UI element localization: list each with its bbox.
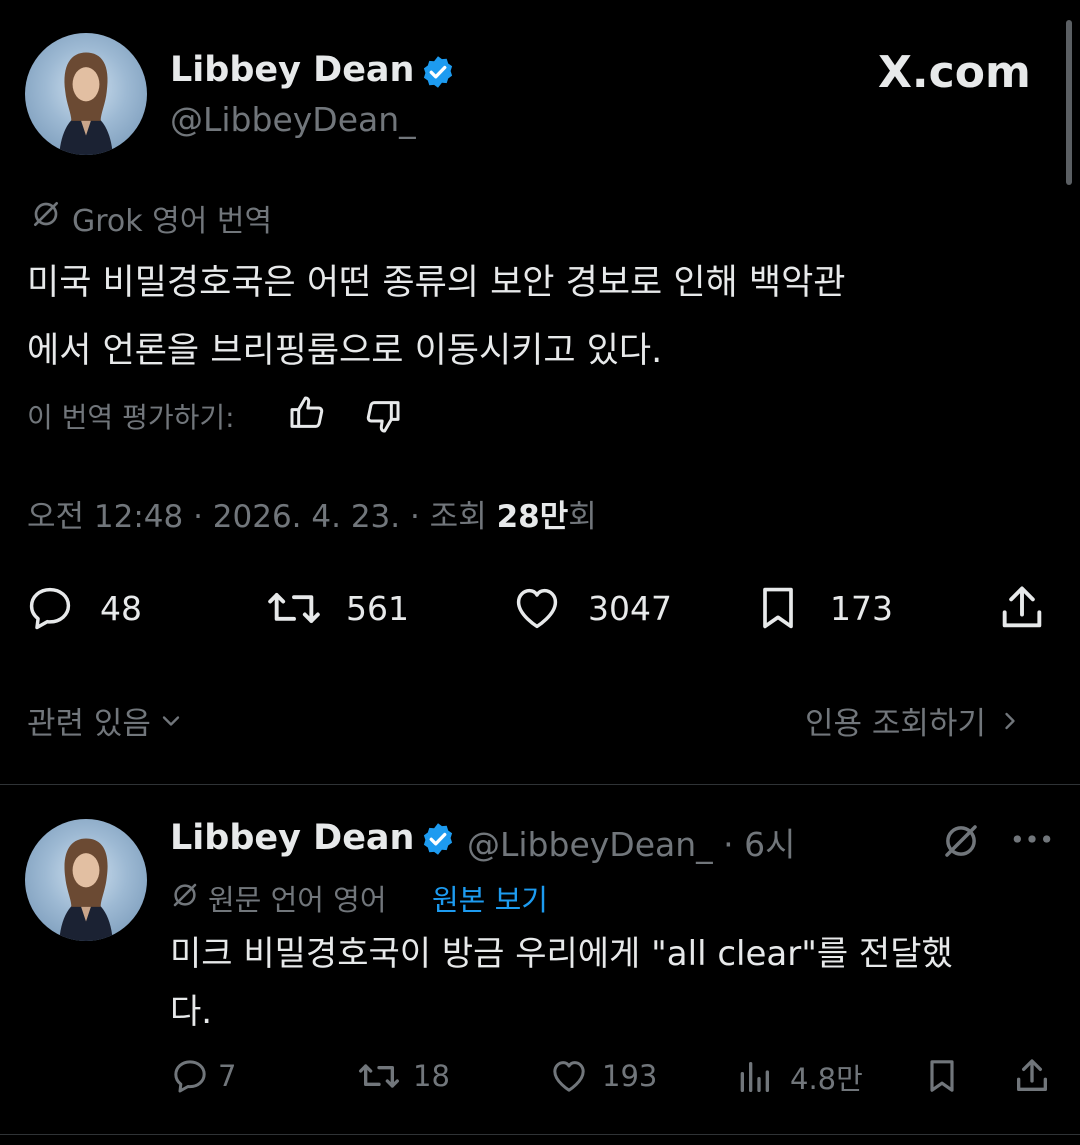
repost-count: 18 [413, 1059, 450, 1093]
scrollbar[interactable] [1066, 20, 1072, 185]
tweet-text-line: 미국 비밀경호국은 어떤 종류의 보안 경보로 인해 백악관 [27, 263, 846, 303]
author-name[interactable]: Libbey Dean [170, 818, 414, 858]
thumbs-up-icon[interactable] [287, 393, 327, 433]
bookmark-button[interactable]: 173 [752, 582, 893, 634]
view-quotes-label: 인용 조회하기 [805, 706, 986, 742]
reply-count: 48 [100, 588, 142, 628]
like-count: 193 [602, 1059, 658, 1093]
reply-count: 7 [218, 1059, 237, 1093]
more-icon[interactable] [1010, 824, 1054, 854]
bookmark-icon [763, 587, 793, 629]
author-handle[interactable]: @LibbeyDean_ [170, 100, 416, 139]
repost-count: 561 [346, 588, 409, 628]
view-suffix: 회 [568, 499, 597, 535]
like-button[interactable]: 3047 [508, 582, 672, 634]
like-icon [516, 588, 558, 629]
repost-icon [268, 593, 320, 623]
tweet-text-line: 에서 언론을 브리핑룸으로 이동시키고 있다. [27, 331, 663, 371]
reply-icon [29, 587, 71, 630]
like-icon [553, 1061, 585, 1092]
views-button[interactable]: 4.8만 [734, 1056, 863, 1098]
tweet-meta: 오전 12:48 · 2026. 4. 23. · 조회 28만회 [27, 491, 597, 536]
divider [0, 784, 1080, 785]
reply-button[interactable]: 7 [170, 1056, 236, 1096]
rate-translation-label: 이 번역 평가하기: [27, 401, 235, 434]
verified-badge-icon [423, 56, 453, 88]
views-icon [740, 1062, 769, 1092]
divider [0, 1134, 1080, 1135]
grok-icon [173, 883, 197, 907]
translation-label: 원문 언어 영어 [208, 883, 387, 917]
chevron-right-icon [1005, 712, 1015, 729]
bookmark-icon[interactable] [922, 1056, 962, 1096]
share-icon[interactable] [1012, 1056, 1052, 1096]
timestamp-date[interactable]: 오전 12:48 · 2026. 4. 23. · 조회 [27, 499, 497, 535]
author-name[interactable]: Libbey Dean [170, 50, 414, 90]
repost-button[interactable]: 561 [262, 582, 409, 634]
avatar[interactable] [25, 819, 147, 941]
like-count: 3047 [588, 588, 672, 628]
tweet-text-line: 미크 비밀경호국이 방금 우리에게 "all clear"를 전달했 [170, 934, 953, 974]
view-count: 28만 [496, 499, 569, 535]
tweet-text-line: 다. [170, 992, 213, 1032]
show-original-link[interactable]: 원본 보기 [432, 877, 548, 919]
reply-button[interactable]: 48 [22, 582, 142, 634]
related-label: 관련 있음 [27, 706, 151, 742]
chevron-down-icon [162, 715, 180, 726]
grok-icon[interactable] [940, 820, 982, 862]
bookmark-count: 173 [830, 588, 893, 628]
share-icon[interactable] [996, 582, 1048, 634]
view-quotes-link[interactable]: 인용 조회하기 [805, 698, 1024, 743]
views-count: 4.8만 [790, 1062, 863, 1096]
like-button[interactable]: 193 [548, 1056, 657, 1096]
repost-button[interactable]: 18 [355, 1056, 450, 1096]
author-handle-time[interactable]: @LibbeyDean_ · 6시 [467, 818, 795, 866]
verified-badge-icon [423, 823, 453, 855]
avatar[interactable] [25, 33, 147, 155]
grok-icon [34, 202, 58, 226]
repost-icon [359, 1064, 400, 1088]
translation-label: Grok 영어 번역 [72, 204, 273, 239]
x-brand-logo: X.com [878, 47, 1031, 98]
related-toggle[interactable]: 관련 있음 [27, 698, 185, 743]
thumbs-down-icon[interactable] [363, 396, 403, 436]
reply-icon [174, 1060, 206, 1093]
